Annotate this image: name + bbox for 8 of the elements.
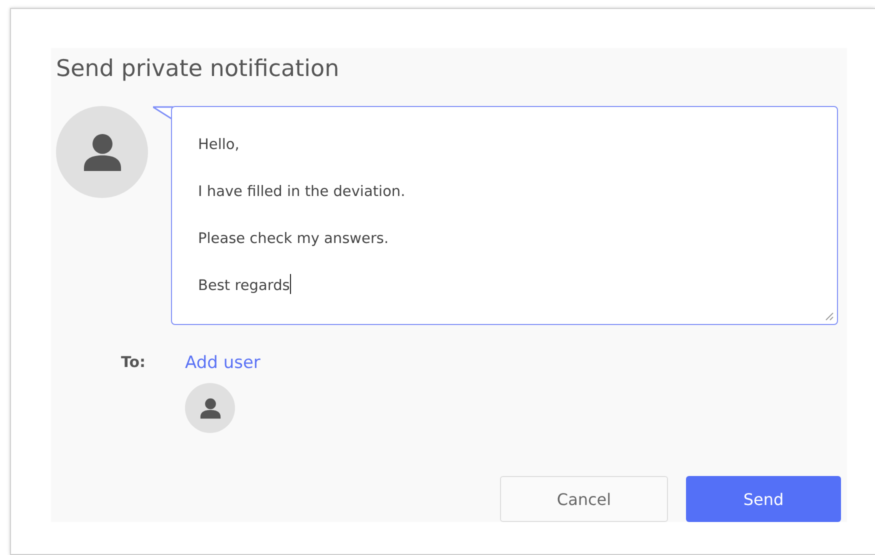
resize-handle-icon[interactable]	[824, 311, 834, 321]
avatar-icon	[185, 383, 235, 433]
text-cursor	[290, 274, 292, 294]
add-user-link[interactable]: Add user	[185, 353, 260, 373]
to-label: To:	[121, 353, 147, 373]
send-button[interactable]: Send	[686, 476, 841, 522]
cancel-button[interactable]: Cancel	[500, 476, 668, 522]
dialog-title: Send private notification	[56, 56, 340, 84]
